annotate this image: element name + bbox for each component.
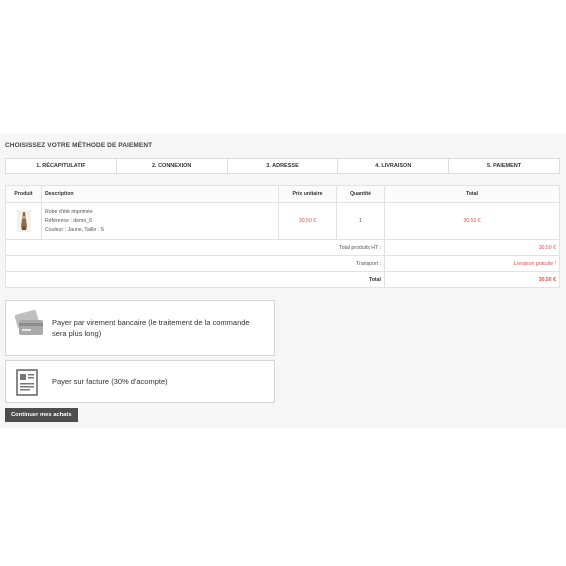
step-shipping[interactable]: 4. LIVRAISON: [337, 159, 448, 173]
page-title: CHOISISSEZ VOTRE MÉTHODE DE PAIEMENT: [5, 142, 153, 149]
product-attributes: Couleur : Jaune, Taille : S: [45, 226, 105, 233]
header-description: Description: [41, 185, 279, 203]
pay-bankwire-option[interactable]: Payer par virement bancaire (le traiteme…: [5, 300, 275, 356]
product-thumbnail-cell: [5, 202, 42, 240]
summary-shipping-row: Transport : Livraison gratuite !: [5, 255, 560, 272]
table-row: Robe d'été imprimée Référence : demo_6 C…: [5, 202, 560, 240]
step-login[interactable]: 2. CONNEXION: [115, 159, 227, 173]
summary-total-row: Total 30,50 €: [5, 271, 560, 288]
header-unit-price: Prix unitaire: [278, 185, 337, 203]
cart-header-row: Produit Description Prix unitaire Quanti…: [5, 185, 560, 203]
summary-products-row: Total produits HT : 30,50 €: [5, 239, 560, 256]
product-thumbnail[interactable]: [16, 210, 31, 232]
step-address[interactable]: 3. ADRESSE: [226, 159, 338, 173]
continue-shopping-button[interactable]: Continuer mes achats: [5, 408, 78, 422]
product-description-cell: Robe d'été imprimée Référence : demo_6 C…: [41, 202, 279, 240]
step-summary[interactable]: 1. RÉCAPITULATIF: [6, 159, 116, 173]
summary-total-label: Total: [5, 271, 385, 288]
summary-products-label: Total produits HT :: [5, 239, 385, 256]
summary-products-value: 30,50 €: [384, 239, 560, 256]
checkout-steps: 1. RÉCAPITULATIF 2. CONNEXION 3. ADRESSE…: [5, 158, 560, 174]
product-total: 30,50 €: [384, 202, 560, 240]
pay-invoice-option[interactable]: Payer sur facture (30% d'acompte): [5, 360, 275, 403]
header-quantity: Quantité: [336, 185, 385, 203]
cart-table: Produit Description Prix unitaire Quanti…: [5, 185, 560, 288]
header-total: Total: [384, 185, 560, 203]
product-reference: Référence : demo_6: [45, 217, 93, 224]
header-product: Produit: [5, 185, 42, 203]
invoice-document-icon: [16, 369, 38, 398]
pay-bankwire-label: Payer par virement bancaire (le traiteme…: [52, 318, 250, 338]
summary-total-value: 30,50 €: [384, 271, 560, 288]
summary-shipping-value: Livraison gratuite !: [384, 255, 560, 272]
product-quantity: 1: [336, 202, 385, 240]
product-unit-price: 30,50 €: [278, 202, 337, 240]
pay-invoice-label: Payer sur facture (30% d'acompte): [52, 377, 168, 386]
product-name[interactable]: Robe d'été imprimée: [45, 208, 275, 217]
step-payment[interactable]: 5. PAIEMENT: [448, 159, 559, 173]
summary-shipping-label: Transport :: [5, 255, 385, 272]
card-stack-icon: [13, 308, 45, 340]
